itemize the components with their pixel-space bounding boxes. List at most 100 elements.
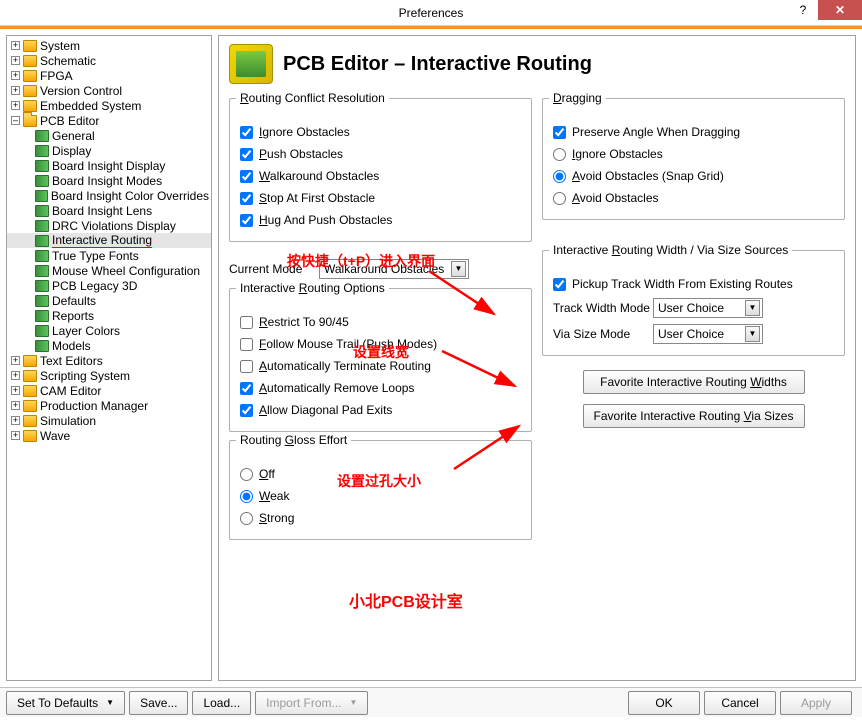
expand-icon[interactable]: + bbox=[11, 71, 20, 80]
tree-item[interactable]: +Version Control bbox=[7, 83, 211, 98]
tree-item[interactable]: Board Insight Color Overrides bbox=[7, 188, 211, 203]
tree-item[interactable]: Models bbox=[7, 338, 211, 353]
tree-item[interactable]: –PCB Editor bbox=[7, 113, 211, 128]
fav-widths-button[interactable]: Favorite Interactive Routing Widths bbox=[583, 370, 805, 394]
checkbox[interactable] bbox=[240, 404, 253, 417]
expand-icon[interactable]: + bbox=[11, 41, 20, 50]
tree-label: Text Editors bbox=[40, 354, 103, 368]
tree-label: Embedded System bbox=[40, 99, 141, 113]
check-row[interactable]: Ignore Obstacles bbox=[240, 121, 521, 143]
radio-row[interactable]: Off bbox=[240, 463, 521, 485]
radio-row[interactable]: Strong bbox=[240, 507, 521, 529]
radio[interactable] bbox=[240, 512, 253, 525]
expand-icon[interactable]: + bbox=[11, 416, 20, 425]
checkbox[interactable] bbox=[240, 126, 253, 139]
check-row[interactable]: Allow Diagonal Pad Exits bbox=[240, 399, 521, 421]
item-icon bbox=[35, 325, 49, 337]
expand-icon[interactable]: + bbox=[11, 401, 20, 410]
via-size-select[interactable]: User Choice ▼ bbox=[653, 324, 763, 344]
radio-row[interactable]: Ignore Obstacles bbox=[553, 143, 834, 165]
tree-item[interactable]: + FPGA bbox=[7, 68, 211, 83]
expand-icon[interactable]: + bbox=[11, 431, 20, 440]
expand-icon[interactable]: + bbox=[11, 56, 20, 65]
tree-item[interactable]: +Simulation bbox=[7, 413, 211, 428]
tree-item[interactable]: Interactive Routing bbox=[7, 233, 211, 248]
pickup-track-check[interactable]: Pickup Track Width From Existing Routes bbox=[553, 273, 834, 295]
expand-icon[interactable]: + bbox=[11, 86, 20, 95]
tree-item[interactable]: +CAM Editor bbox=[7, 383, 211, 398]
label: Favorite Interactive Routing Via Sizes bbox=[594, 409, 794, 423]
tree-item[interactable]: Layer Colors bbox=[7, 323, 211, 338]
tree-item[interactable]: General bbox=[7, 128, 211, 143]
tree-item[interactable]: +Production Manager bbox=[7, 398, 211, 413]
expand-icon[interactable]: + bbox=[11, 356, 20, 365]
check-row[interactable]: Follow Mouse Trail (Push Modes) bbox=[240, 333, 521, 355]
value: Walkaround Obstacles bbox=[324, 262, 444, 276]
expand-icon[interactable]: – bbox=[11, 116, 20, 125]
navigation-tree[interactable]: +System+Schematic+FPGA+Version Control+E… bbox=[6, 35, 212, 681]
checkbox[interactable] bbox=[240, 170, 253, 183]
tree-item[interactable]: Board Insight Lens bbox=[7, 203, 211, 218]
expand-icon[interactable]: + bbox=[11, 101, 20, 110]
tree-label: General bbox=[52, 129, 95, 143]
radio-row[interactable]: Weak bbox=[240, 485, 521, 507]
tree-item[interactable]: DRC Violations Display bbox=[7, 218, 211, 233]
checkbox[interactable] bbox=[553, 278, 566, 291]
ok-button[interactable]: OK bbox=[628, 691, 700, 715]
tree-label: FPGA bbox=[40, 69, 73, 83]
expand-icon[interactable]: + bbox=[11, 371, 20, 380]
radio[interactable] bbox=[240, 490, 253, 503]
import-button[interactable]: Import From...▼ bbox=[255, 691, 368, 715]
tree-item[interactable]: Board Insight Modes bbox=[7, 173, 211, 188]
checkbox[interactable] bbox=[553, 126, 566, 139]
fav-vias-button[interactable]: Favorite Interactive Routing Via Sizes bbox=[583, 404, 805, 428]
tree-item[interactable]: Board Insight Display bbox=[7, 158, 211, 173]
current-mode-select[interactable]: Walkaround Obstacles ▼ bbox=[319, 259, 469, 279]
preserve-angle[interactable]: Preserve Angle When Dragging bbox=[553, 121, 834, 143]
expand-icon[interactable]: + bbox=[11, 386, 20, 395]
checkbox[interactable] bbox=[240, 148, 253, 161]
tree-item[interactable]: PCB Legacy 3D bbox=[7, 278, 211, 293]
tree-item[interactable]: +Schematic bbox=[7, 53, 211, 68]
tree-item[interactable]: + Embedded System bbox=[7, 98, 211, 113]
check-row[interactable]: Automatically Terminate Routing bbox=[240, 355, 521, 377]
set-defaults-button[interactable]: Set To Defaults▼ bbox=[6, 691, 125, 715]
tree-item[interactable]: Defaults bbox=[7, 293, 211, 308]
checkbox[interactable] bbox=[240, 338, 253, 351]
radio[interactable] bbox=[553, 170, 566, 183]
tree-item[interactable]: +Scripting System bbox=[7, 368, 211, 383]
check-row[interactable]: Automatically Remove Loops bbox=[240, 377, 521, 399]
label: Avoid Obstacles bbox=[572, 191, 659, 205]
check-row[interactable]: Hug And Push Obstacles bbox=[240, 209, 521, 231]
tree-item[interactable]: +System bbox=[7, 38, 211, 53]
tree-item[interactable]: Display bbox=[7, 143, 211, 158]
radio[interactable] bbox=[553, 148, 566, 161]
cancel-button[interactable]: Cancel bbox=[704, 691, 776, 715]
tree-item[interactable]: + Text Editors bbox=[7, 353, 211, 368]
checkbox[interactable] bbox=[240, 192, 253, 205]
tree-item[interactable]: Reports bbox=[7, 308, 211, 323]
tree-item[interactable]: +Wave bbox=[7, 428, 211, 443]
radio-row[interactable]: Avoid Obstacles (Snap Grid) bbox=[553, 165, 834, 187]
item-icon bbox=[35, 190, 48, 202]
tree-item[interactable]: True Type Fonts bbox=[7, 248, 211, 263]
radio[interactable] bbox=[240, 468, 253, 481]
checkbox[interactable] bbox=[240, 316, 253, 329]
track-width-select[interactable]: User Choice ▼ bbox=[653, 298, 763, 318]
save-button[interactable]: Save... bbox=[129, 691, 188, 715]
check-row[interactable]: Push Obstacles bbox=[240, 143, 521, 165]
radio[interactable] bbox=[553, 192, 566, 205]
load-button[interactable]: Load... bbox=[192, 691, 251, 715]
radio-row[interactable]: Avoid Obstacles bbox=[553, 187, 834, 209]
check-row[interactable]: Stop At First Obstacle bbox=[240, 187, 521, 209]
checkbox[interactable] bbox=[240, 360, 253, 373]
check-row[interactable]: Restrict To 90/45 bbox=[240, 311, 521, 333]
help-button[interactable]: ? bbox=[788, 0, 818, 20]
label: Via Size Mode bbox=[553, 327, 653, 341]
close-button[interactable]: ✕ bbox=[818, 0, 862, 20]
checkbox[interactable] bbox=[240, 214, 253, 227]
checkbox[interactable] bbox=[240, 382, 253, 395]
tree-item[interactable]: Mouse Wheel Configuration bbox=[7, 263, 211, 278]
check-row[interactable]: Walkaround Obstacles bbox=[240, 165, 521, 187]
apply-button[interactable]: Apply bbox=[780, 691, 852, 715]
